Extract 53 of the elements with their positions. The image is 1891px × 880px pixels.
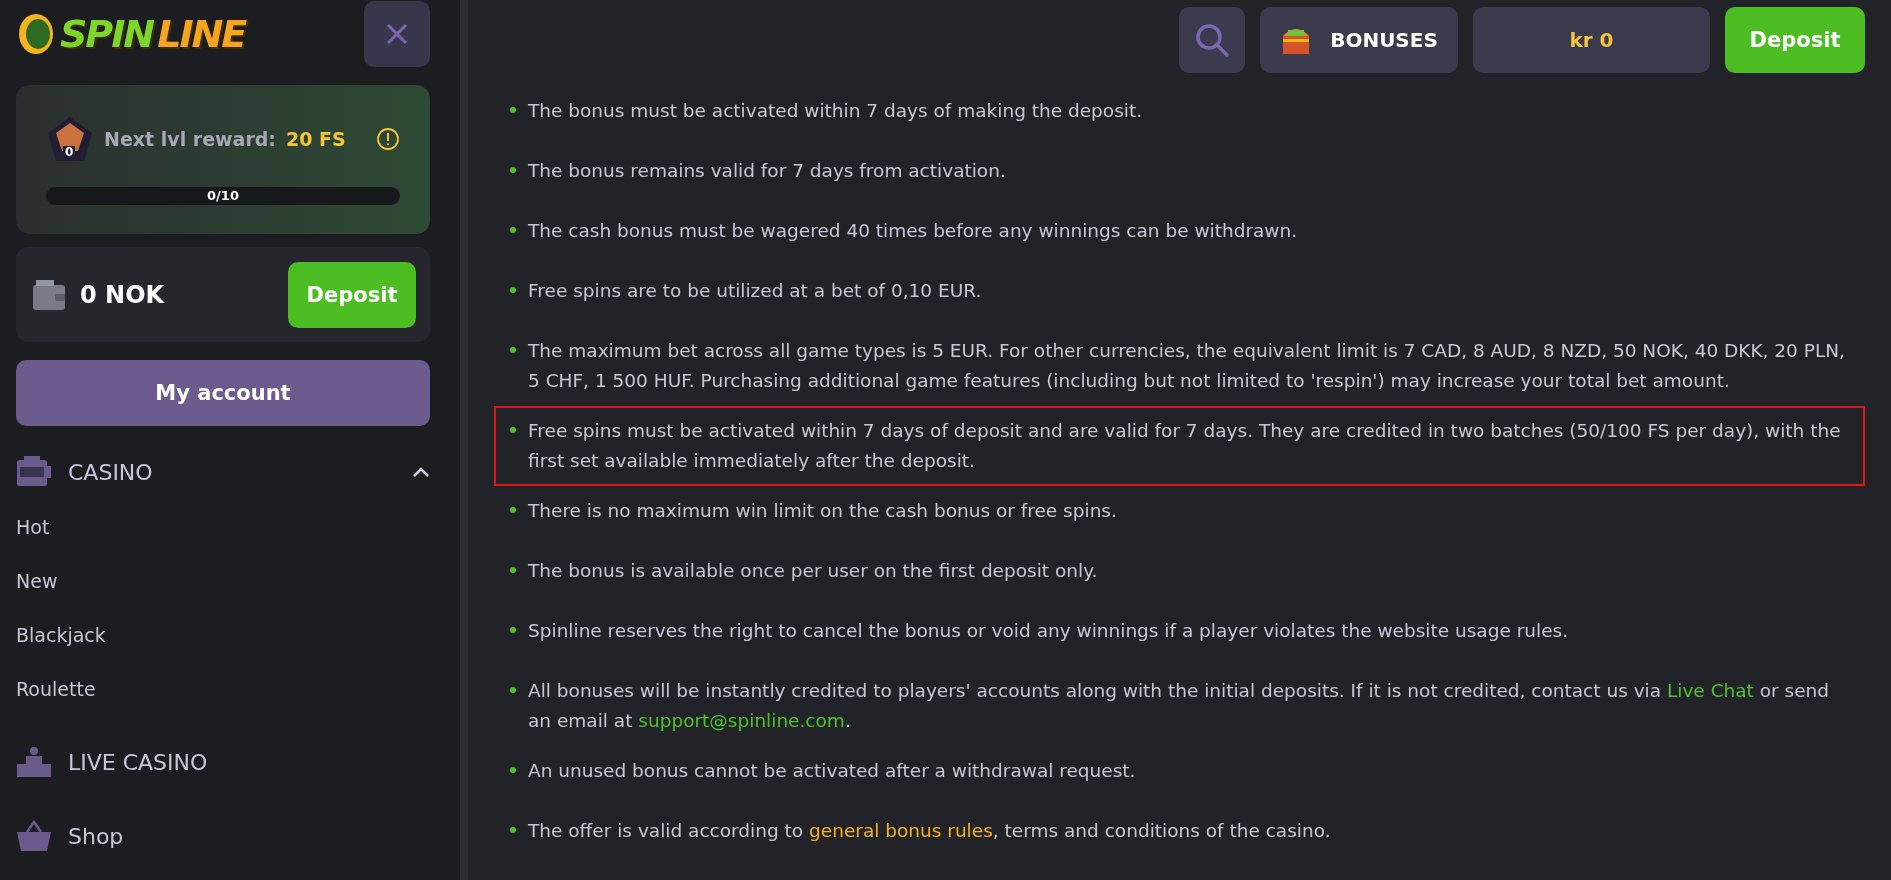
reward-value: 20 FS — [285, 128, 346, 150]
coin-icon — [16, 12, 56, 56]
bonuses-button[interactable]: BONUSES — [1260, 7, 1458, 73]
nav-item[interactable]: LIVE CASINO — [68, 749, 430, 775]
bullet-dot — [510, 687, 516, 693]
rule-text: The bonus remains valid for 7 days from activation. — [528, 159, 1006, 183]
rule-text: Free spins are to be utilized at a bet of 0,10 EUR. — [528, 279, 982, 303]
close-icon — [385, 22, 409, 46]
bullet-dot — [510, 227, 516, 233]
rule-text: The cash bonus must be wagered 40 times before any winnings can be withdrawn. — [528, 219, 1298, 243]
bullet-dot — [510, 287, 516, 293]
search-icon — [1194, 22, 1230, 58]
bullet-dot — [510, 107, 516, 113]
my-account-button[interactable]: My account — [16, 360, 430, 426]
dealer-desk-icon — [16, 746, 52, 778]
text-link[interactable]: general bonus rules — [809, 820, 993, 841]
level-badge: 0 — [46, 115, 94, 163]
slot-machine-icon — [16, 456, 52, 488]
rule-text: The bonus is available once per user on the first deposit only. — [528, 559, 1098, 583]
rule-text: The maximum bet across all game types is 5 EUR. For other currencies, the equivalent limit is 7 CAD, 8 AUD, 8 NZD, 50 NOK, 40 DKK, 20 PLN, 5 CHF, 1 500 HUF. Purchasing additional game features (including but not limited to 'respin') may increase your total bet amount. — [528, 339, 1846, 393]
nav-item[interactable]: CASINO — [68, 459, 396, 485]
close-button[interactable] — [364, 1, 430, 67]
bullet-dot — [510, 627, 516, 633]
bullet-dot — [510, 347, 516, 353]
reward-label: Next lvl reward: — [104, 128, 276, 150]
nav-subitem[interactable]: Blackjack — [16, 608, 430, 662]
rule-text: Spinline reserves the right to cancel the bonus or void any winnings if a player violates the website usage rules. — [528, 619, 1569, 643]
wallet-icon — [32, 278, 66, 311]
nav-subitem[interactable]: Hot — [16, 500, 430, 554]
bullet-dot — [510, 507, 516, 513]
balance-amount: 0 NOK — [80, 280, 166, 309]
balance-button[interactable]: kr 0 — [1473, 7, 1710, 73]
bullet-dot — [510, 167, 516, 173]
rule-text: The bonus must be activated within 7 days of making the deposit. — [528, 99, 1143, 123]
rule-text: Free spins must be activated within 7 days of deposit and are valid for 7 days. They are credited in two batches (50/100 FS per day), with the first set available immediately after the deposit. — [528, 419, 1842, 473]
nav-subitem[interactable]: Roulette — [16, 662, 430, 716]
nav-subitem[interactable]: New — [16, 554, 430, 608]
rule-text: All bonuses will be instantly credited to players' accounts along with the initial deposits. If it is not credited, contact us via Live Chat or send an email at support@spinline.com. — [528, 679, 1831, 733]
bullet-dot — [510, 767, 516, 773]
bullet-dot — [510, 567, 516, 573]
logo[interactable]: SPINLINE — [16, 12, 246, 56]
rule-text: The offer is valid according to general bonus rules, terms and conditions of the casino. — [528, 819, 1331, 843]
rule-text: An unused bonus cannot be activated after a withdrawal request. — [528, 759, 1136, 783]
info-icon[interactable] — [376, 127, 400, 151]
basket-icon — [16, 820, 52, 852]
nav-item[interactable]: Shop — [68, 823, 430, 849]
rule-text: There is no maximum win limit on the cash bonus or free spins. — [528, 499, 1117, 523]
text-link[interactable]: support@spinline.com — [638, 710, 845, 731]
chevron-up-icon[interactable] — [412, 466, 430, 478]
bullet-dot — [510, 827, 516, 833]
bullet-dot — [510, 427, 516, 433]
text-link[interactable]: Live Chat — [1666, 680, 1754, 701]
search-button[interactable] — [1179, 7, 1245, 73]
